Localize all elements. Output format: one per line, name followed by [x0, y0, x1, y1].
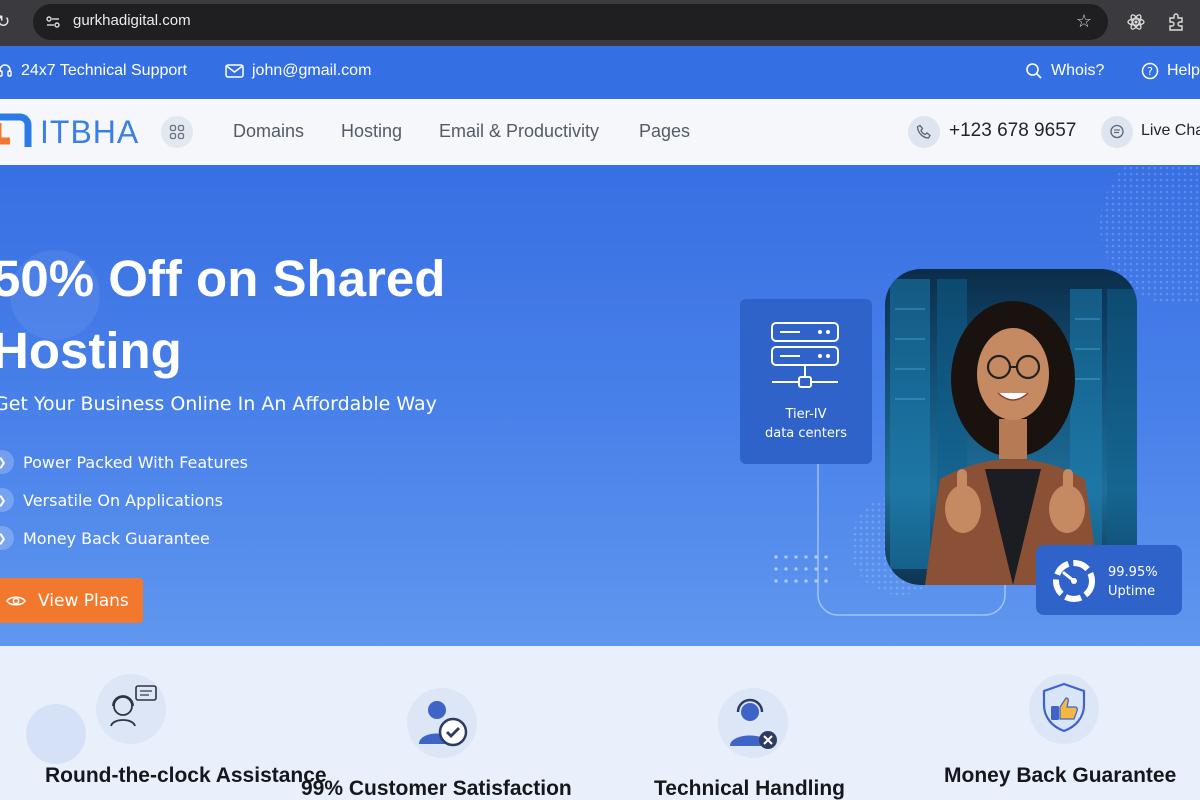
uptime-card: 99.95% Uptime — [1036, 545, 1182, 615]
mail-icon — [225, 64, 244, 78]
site-settings-icon[interactable] — [45, 14, 61, 30]
view-plans-button[interactable]: View Plans — [0, 578, 143, 623]
url-text[interactable]: gurkhadigital.com — [73, 12, 191, 29]
bookmark-star-icon[interactable]: ☆ — [1076, 11, 1092, 32]
chat-icon — [1101, 116, 1133, 148]
top-info-bar: 24x7 Technical Support john@gmail.com Wh… — [0, 46, 1200, 99]
search-icon — [1026, 63, 1042, 79]
hero-feature-3: ❯ Money Back Guarantee — [0, 526, 210, 550]
datacenter-line-2: data centers — [764, 426, 847, 441]
uptime-label: Uptime — [1108, 584, 1156, 599]
help-link[interactable]: ? Help — [1141, 62, 1200, 80]
feature-title: 99% Customer Satisfaction — [301, 777, 572, 800]
extensions-puzzle-icon[interactable] — [1166, 12, 1186, 32]
view-plans-label[interactable]: View Plans — [38, 591, 129, 611]
chevron-right-icon: ❯ — [0, 526, 14, 550]
shield-thumb-icon — [1029, 674, 1099, 744]
whois-text[interactable]: Whois? — [1051, 62, 1104, 80]
svg-text:?: ? — [1147, 65, 1153, 78]
extension-atom-icon[interactable] — [1126, 12, 1146, 32]
browser-toolbar: ↻ gurkhadigital.com ☆ — [0, 0, 1200, 46]
hero-photo-woman-thumbs-up — [885, 269, 1137, 585]
chevron-right-icon: ❯ — [0, 488, 14, 512]
grid-icon — [169, 124, 185, 140]
main-navigation: ITBHA Domains Hosting Email & Productivi… — [0, 99, 1200, 165]
uptime-text: 99.95% Uptime — [1108, 563, 1158, 601]
nav-domains[interactable]: Domains — [233, 121, 304, 142]
feature-title: Technical Handling — [654, 777, 845, 800]
phone-icon — [908, 116, 940, 148]
brand-logo[interactable]: ITBHA — [0, 113, 139, 151]
support-agent-icon — [96, 674, 166, 744]
whois-link[interactable]: Whois? — [1025, 62, 1104, 80]
hero-section: 50% Off on Shared Hosting Get Your Busin… — [0, 165, 1200, 646]
reload-icon[interactable]: ↻ — [0, 13, 14, 31]
phone-number[interactable]: +123 678 9657 — [949, 120, 1076, 142]
hero-title-line-2: Hosting — [0, 322, 182, 379]
hero-feature-1: ❯ Power Packed With Features — [0, 450, 248, 474]
live-chat-link[interactable]: Live Chat — [1141, 122, 1200, 140]
eye-icon — [6, 596, 26, 605]
hero-feature-text: Money Back Guarantee — [23, 528, 210, 548]
hero-title: 50% Off on Shared Hosting — [0, 243, 612, 387]
nav-email-productivity[interactable]: Email & Productivity — [439, 121, 599, 142]
headset-icon — [0, 64, 12, 77]
nav-pages[interactable]: Pages — [639, 121, 690, 142]
uptime-value: 99.95% — [1108, 565, 1158, 580]
datacenter-label: Tier-IV data centers — [740, 405, 872, 443]
logo-mark-icon — [0, 113, 32, 147]
user-check-icon — [407, 688, 477, 758]
speedometer-icon — [1053, 560, 1095, 602]
hero-feature-text: Power Packed With Features — [23, 452, 248, 472]
hero-title-line-1: 50% Off on Shared — [0, 250, 446, 307]
datacenter-card: Tier-IV data centers — [740, 299, 872, 464]
support-info: 24x7 Technical Support — [0, 62, 187, 80]
tech-support-icon — [718, 688, 788, 758]
support-text: 24x7 Technical Support — [21, 62, 188, 79]
help-icon: ? — [1141, 62, 1159, 80]
hero-feature-text: Versatile On Applications — [23, 490, 223, 510]
address-bar[interactable]: gurkhadigital.com ☆ — [33, 4, 1108, 40]
feature-title: Money Back Guarantee — [944, 764, 1177, 787]
hero-subtitle: Get Your Business Online In An Affordabl… — [0, 393, 437, 415]
nav-hosting[interactable]: Hosting — [341, 121, 402, 142]
feature-title: Round-the-clock Assistance — [45, 764, 327, 787]
apps-grid-button[interactable] — [161, 116, 193, 148]
logo-text: ITBHA — [40, 113, 140, 150]
email-info[interactable]: john@gmail.com — [225, 62, 371, 80]
chevron-right-icon: ❯ — [0, 450, 14, 474]
hero-feature-2: ❯ Versatile On Applications — [0, 488, 223, 512]
help-text[interactable]: Help — [1167, 62, 1200, 80]
email-text[interactable]: john@gmail.com — [252, 62, 371, 80]
datacenter-line-1: Tier-IV — [785, 407, 827, 422]
server-icon — [771, 322, 839, 388]
